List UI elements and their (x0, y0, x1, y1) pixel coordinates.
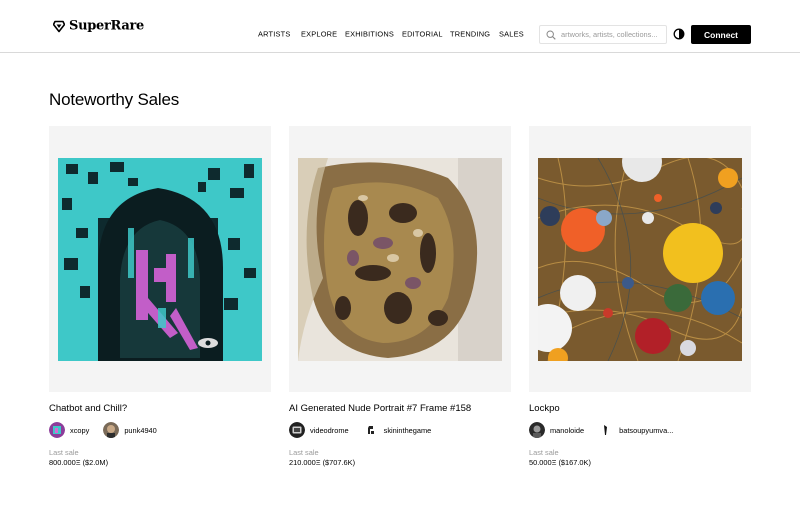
last-sale-value: 210.000Ξ ($707.6K) (289, 458, 356, 467)
artist-name: videodrome (310, 425, 349, 435)
last-sale-label: Last sale (529, 448, 559, 457)
nav-exhibitions[interactable]: EXHIBITIONS (345, 30, 394, 39)
last-sale-value: 800.000Ξ ($2.0M) (49, 458, 109, 467)
avatar (289, 422, 305, 438)
artist-link[interactable]: xcopy (49, 422, 89, 438)
artist-link[interactable]: manoloide (529, 422, 584, 438)
top-header: SuperRare ARTISTS EXPLORE EXHIBITIONS ED… (0, 0, 800, 53)
search-input[interactable] (561, 30, 665, 39)
contrast-icon[interactable] (673, 28, 685, 40)
nav-explore[interactable]: EXPLORE (301, 30, 337, 39)
card-users: videodrome skininthegame (289, 422, 445, 438)
brand-name: SuperRare (69, 18, 144, 34)
artwork-image-ai-portrait (298, 158, 502, 361)
card-users: manoloide batsoupyumva... (529, 422, 687, 438)
artwork-image-lockpo (538, 158, 742, 361)
avatar (49, 422, 65, 438)
search-icon (546, 29, 556, 40)
avatar (598, 422, 615, 438)
artwork-title[interactable]: AI Generated Nude Portrait #7 Frame #158 (289, 403, 471, 414)
collector-name: batsoupyumva... (619, 425, 674, 435)
artist-link[interactable]: videodrome (289, 422, 349, 438)
last-sale-label: Last sale (49, 448, 79, 457)
sale-card: Chatbot and Chill? xcopy punk4940 Last s… (49, 126, 271, 472)
superrare-logo[interactable]: SuperRare (53, 19, 144, 34)
avatar (529, 422, 545, 438)
artist-name: xcopy (70, 425, 90, 435)
page-title: Noteworthy Sales (49, 90, 180, 109)
artist-name: manoloide (550, 425, 585, 435)
sale-card: Lockpo manoloide batsoupyumva... Last sa… (529, 126, 751, 472)
artwork-frame[interactable] (289, 126, 511, 392)
nav-trending[interactable]: TRENDING (450, 30, 490, 39)
nav-sales[interactable]: SALES (499, 30, 524, 39)
nav-editorial[interactable]: EDITORIAL (402, 30, 443, 39)
last-sale-label: Last sale (289, 448, 319, 457)
artwork-title[interactable]: Chatbot and Chill? (49, 403, 127, 414)
collector-name: punk4940 (124, 425, 157, 435)
collector-link[interactable]: skininthegame (362, 422, 432, 438)
avatar (103, 422, 120, 438)
nav-artists[interactable]: ARTISTS (258, 30, 290, 39)
connect-button[interactable]: Connect (691, 25, 751, 44)
sale-card: AI Generated Nude Portrait #7 Frame #158… (289, 126, 511, 472)
card-users: xcopy punk4940 (49, 422, 171, 438)
search-box[interactable] (539, 25, 667, 44)
artwork-frame[interactable] (49, 126, 271, 392)
avatar (362, 422, 379, 438)
collector-link[interactable]: batsoupyumva... (598, 422, 673, 438)
artwork-title[interactable]: Lockpo (529, 403, 560, 414)
last-sale-value: 50.000Ξ ($167.0K) (529, 458, 591, 467)
artwork-frame[interactable] (529, 126, 751, 392)
diamond-logo-icon (53, 20, 65, 32)
artwork-image-chatbot (58, 158, 262, 361)
collector-link[interactable]: punk4940 (103, 422, 157, 438)
collector-name: skininthegame (383, 425, 432, 435)
